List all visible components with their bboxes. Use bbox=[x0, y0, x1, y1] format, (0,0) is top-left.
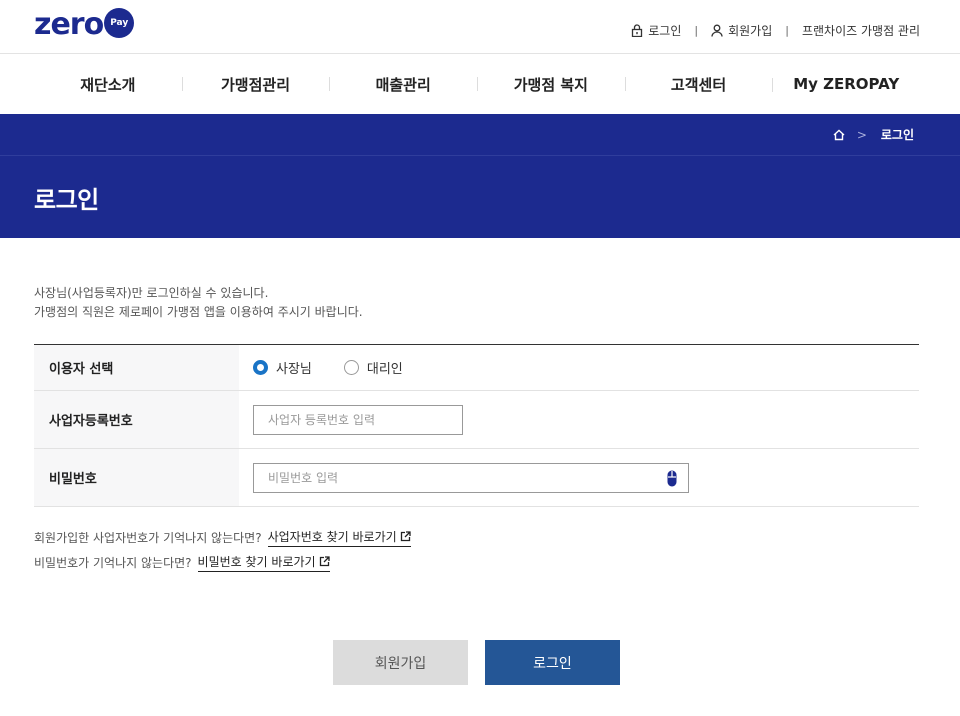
breadcrumb-current: 로그인 bbox=[880, 128, 914, 142]
nav-sales-management[interactable]: 매출관리 bbox=[329, 74, 477, 95]
radio-agent[interactable]: 대리인 bbox=[343, 358, 403, 377]
utility-login-link[interactable]: 로그인 bbox=[631, 22, 681, 39]
nav-merchant-management[interactable]: 가맹점관리 bbox=[181, 74, 330, 95]
nav-merchant-welfare[interactable]: 가맹점 복지 bbox=[477, 74, 625, 95]
nav-foundation[interactable]: 재단소개 bbox=[34, 74, 182, 95]
password-label: 비밀번호 bbox=[34, 449, 239, 506]
notice-line: 가맹점의 직원은 제로페이 가맹점 앱을 이용하여 주시기 바랍니다. bbox=[34, 305, 363, 319]
mouse-icon[interactable] bbox=[667, 470, 677, 487]
page-banner: > 로그인 로그인 bbox=[0, 114, 960, 238]
breadcrumb-bar: > 로그인 bbox=[0, 114, 960, 156]
lock-icon bbox=[632, 24, 643, 37]
business-number-row: 사업자등록번호 사업자 등록번호 입력 bbox=[34, 391, 919, 449]
password-help: 비밀번호가 기억나지 않는다면? 비밀번호 찾기 바로가기 bbox=[34, 553, 411, 572]
notice-line: 사장님(사업등록자)만 로그인하실 수 있습니다. bbox=[34, 286, 269, 300]
login-button[interactable]: 로그인 bbox=[485, 640, 620, 685]
password-placeholder: 비밀번호 입력 bbox=[268, 471, 339, 485]
home-icon[interactable] bbox=[833, 129, 845, 141]
login-notice: 사장님(사업등록자)만 로그인하실 수 있습니다. 가맹점의 직원은 제로페이 … bbox=[34, 284, 363, 322]
find-password-link[interactable]: 비밀번호 찾기 바로가기 bbox=[197, 553, 330, 572]
logo-wordmark: zero bbox=[34, 7, 104, 42]
radio-agent-indicator[interactable] bbox=[343, 360, 359, 375]
user-type-options: 사장님 대리인 bbox=[239, 345, 919, 390]
business-number-label: 사업자등록번호 bbox=[34, 391, 239, 448]
top-bar: zero Pay 로그인 | 회원가입 | 프랜차이즈 가맹점 관리 bbox=[0, 0, 960, 54]
utility-franchise-label: 프랜차이즈 가맹점 관리 bbox=[801, 24, 920, 38]
password-input[interactable]: 비밀번호 입력 bbox=[253, 462, 689, 493]
radio-agent-label: 대리인 bbox=[366, 362, 403, 377]
zeropay-logo[interactable]: zero Pay bbox=[34, 7, 135, 42]
business-number-help-text: 회원가입한 사업자번호가 기억나지 않는다면? bbox=[34, 530, 262, 545]
utility-signup-link[interactable]: 회원가입 bbox=[711, 22, 772, 39]
page-title: 로그인 bbox=[34, 186, 99, 214]
logo-badge: Pay bbox=[104, 8, 135, 38]
utility-signup-label: 회원가입 bbox=[728, 24, 773, 38]
utility-separator: | bbox=[785, 24, 789, 37]
business-number-help: 회원가입한 사업자번호가 기억나지 않는다면? 사업자번호 찾기 바로가기 bbox=[34, 528, 411, 547]
business-number-input[interactable]: 사업자 등록번호 입력 bbox=[253, 404, 463, 435]
utility-separator: | bbox=[694, 24, 699, 37]
password-help-text: 비밀번호가 기억나지 않는다면? bbox=[34, 555, 192, 570]
user-icon bbox=[711, 24, 723, 37]
breadcrumb: > 로그인 bbox=[833, 126, 914, 143]
external-link-icon bbox=[319, 555, 330, 566]
external-link-icon bbox=[400, 530, 411, 541]
password-row: 비밀번호 비밀번호 입력 bbox=[34, 449, 919, 507]
radio-owner-indicator[interactable] bbox=[253, 360, 268, 375]
login-form: 이용자 선택 사장님 대리인 사업자등록번호 사업자 등록번호 입력 비밀번호 … bbox=[34, 344, 919, 507]
radio-owner[interactable]: 사장님 bbox=[253, 358, 312, 377]
signup-button[interactable]: 회원가입 bbox=[333, 640, 468, 685]
utility-nav: 로그인 | 회원가입 | 프랜차이즈 가맹점 관리 bbox=[631, 22, 920, 39]
find-password-label: 비밀번호 찾기 바로가기 bbox=[197, 554, 316, 569]
nav-my-zeropay[interactable]: My ZEROPAY bbox=[772, 75, 920, 93]
user-type-row: 이용자 선택 사장님 대리인 bbox=[34, 345, 919, 391]
breadcrumb-separator: > bbox=[856, 127, 867, 142]
radio-owner-label: 사장님 bbox=[276, 362, 312, 377]
main-nav: 재단소개 가맹점관리 매출관리 가맹점 복지 고객센터 My ZEROPAY bbox=[34, 55, 920, 113]
user-type-label: 이용자 선택 bbox=[34, 345, 239, 390]
help-links: 회원가입한 사업자번호가 기억나지 않는다면? 사업자번호 찾기 바로가기 비밀… bbox=[34, 528, 411, 578]
nav-customer-center[interactable]: 고객센터 bbox=[624, 74, 773, 95]
find-business-number-label: 사업자번호 찾기 바로가기 bbox=[267, 529, 397, 544]
find-business-number-link[interactable]: 사업자번호 찾기 바로가기 bbox=[267, 528, 411, 547]
utility-login-label: 로그인 bbox=[648, 24, 682, 38]
utility-franchise-link[interactable]: 프랜차이즈 가맹점 관리 bbox=[802, 22, 920, 39]
business-number-placeholder: 사업자 등록번호 입력 bbox=[268, 413, 375, 427]
